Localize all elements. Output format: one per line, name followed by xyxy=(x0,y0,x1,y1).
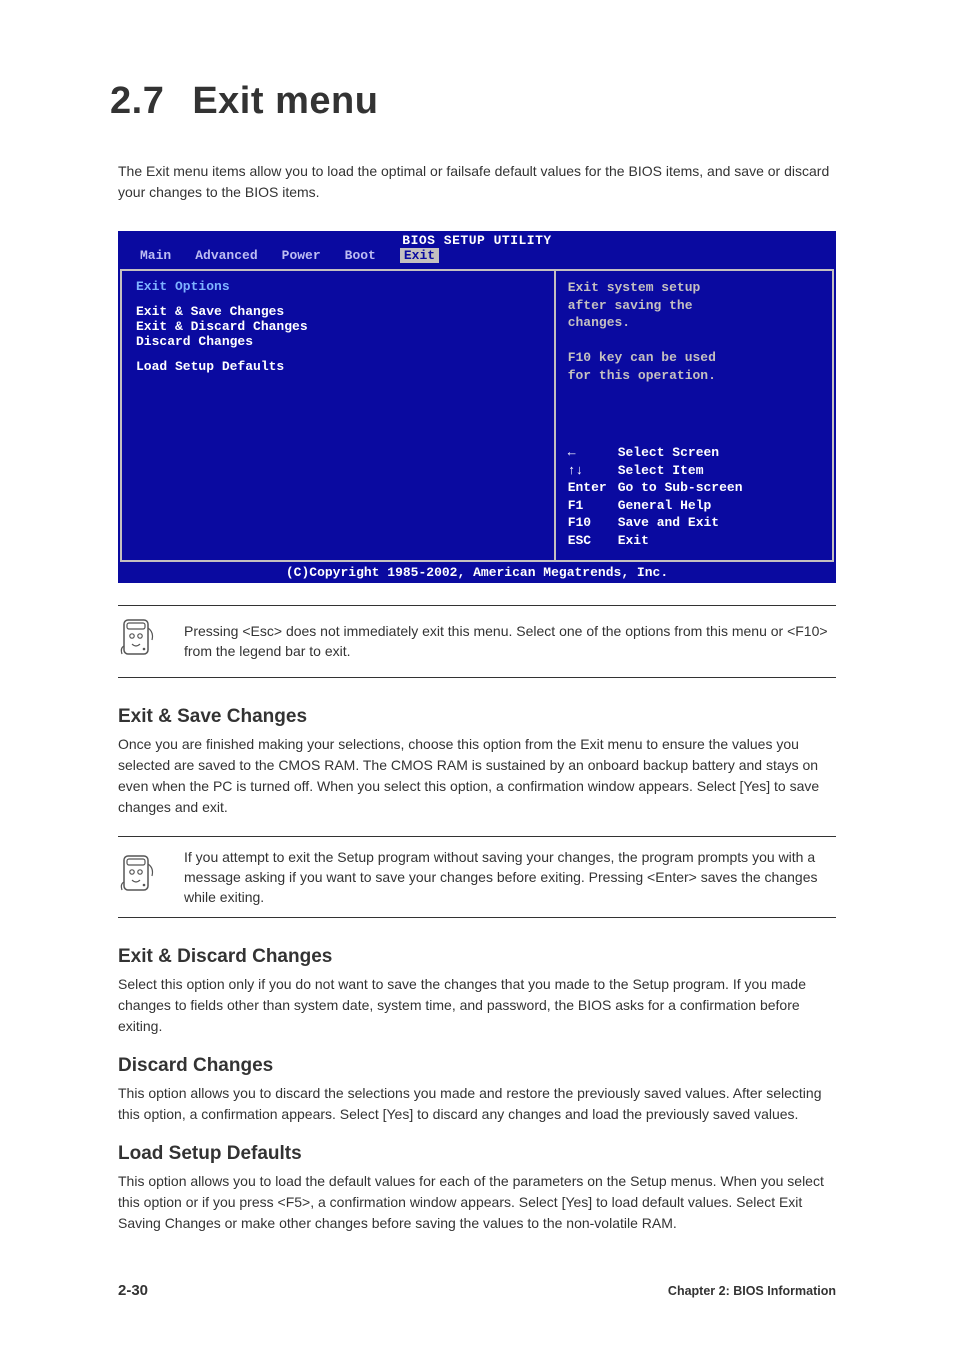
divider xyxy=(118,677,836,678)
nav-legend: ←Select Screen ↑↓Select Item EnterGo to … xyxy=(568,444,820,549)
bios-screenshot: BIOS SETUP UTILITY Main Advanced Power B… xyxy=(118,231,836,583)
section-title: Exit & Discard Changes xyxy=(118,946,836,968)
nav-label: Exit xyxy=(618,532,649,550)
section-body: Once you are finished making your select… xyxy=(118,734,836,818)
section-body: This option allows you to discard the se… xyxy=(118,1083,836,1125)
section-title: Exit & Save Changes xyxy=(118,706,836,728)
tab-boot[interactable]: Boot xyxy=(345,248,376,263)
opt-exit-save[interactable]: Exit & Save Changes xyxy=(136,304,540,319)
nav-key: F1 xyxy=(568,497,618,515)
tab-power[interactable]: Power xyxy=(282,248,321,263)
page-number: 2-30 xyxy=(118,1282,148,1299)
bios-copyright: (C)Copyright 1985-2002, American Megatre… xyxy=(118,564,836,583)
bios-left-panel: Exit Options Exit & Save Changes Exit & … xyxy=(120,269,554,562)
section-body: Select this option only if you do not wa… xyxy=(118,974,836,1037)
heading-title: Exit menu xyxy=(192,80,378,122)
bios-tabs: Main Advanced Power Boot Exit xyxy=(126,248,828,263)
nav-label: Save and Exit xyxy=(618,514,719,532)
page-heading: 2.7 Exit menu xyxy=(110,80,954,123)
nav-key: ← xyxy=(568,444,618,462)
chapter-label: Chapter 2: BIOS Information xyxy=(668,1284,836,1298)
help-line xyxy=(568,332,820,350)
bios-title: BIOS SETUP UTILITY xyxy=(126,233,828,248)
note-block-2: If you attempt to exit the Setup program… xyxy=(118,836,836,919)
section-title: Load Setup Defaults xyxy=(118,1143,836,1165)
spacer xyxy=(136,349,540,359)
help-line: Exit system setup xyxy=(568,279,820,297)
bios-header: BIOS SETUP UTILITY Main Advanced Power B… xyxy=(118,231,836,267)
help-line: for this operation. xyxy=(568,367,820,385)
note-icon xyxy=(118,852,160,903)
bios-right-panel: Exit system setup after saving the chang… xyxy=(554,269,834,562)
note-text-1: Pressing <Esc> does not immediately exit… xyxy=(184,621,836,662)
section-exit-discard: Exit & Discard Changes Select this optio… xyxy=(118,946,836,1037)
help-line: changes. xyxy=(568,314,820,332)
divider xyxy=(118,605,836,606)
heading-number: 2.7 xyxy=(110,80,164,122)
opt-discard[interactable]: Discard Changes xyxy=(136,334,540,349)
nav-key: F10 xyxy=(568,514,618,532)
page-footer: 2-30 Chapter 2: BIOS Information xyxy=(118,1282,836,1299)
tab-main[interactable]: Main xyxy=(140,248,171,263)
nav-label: Select Screen xyxy=(618,444,719,462)
tab-exit[interactable]: Exit xyxy=(400,248,439,263)
opt-load-defaults[interactable]: Load Setup Defaults xyxy=(136,359,540,374)
nav-label: General Help xyxy=(618,497,712,515)
section-discard-changes: Discard Changes This option allows you t… xyxy=(118,1055,836,1125)
nav-key: ESC xyxy=(568,532,618,550)
note-icon xyxy=(118,616,160,667)
nav-label: Select Item xyxy=(618,462,704,480)
intro-paragraph: The Exit menu items allow you to load th… xyxy=(118,161,836,203)
divider xyxy=(118,836,836,837)
help-line: F10 key can be used xyxy=(568,349,820,367)
help-text: Exit system setup after saving the chang… xyxy=(568,279,820,384)
section-exit-save: Exit & Save Changes Once you are finishe… xyxy=(118,706,836,818)
section-title: Discard Changes xyxy=(118,1055,836,1077)
section-load-defaults: Load Setup Defaults This option allows y… xyxy=(118,1143,836,1234)
divider xyxy=(118,917,836,918)
opt-exit-discard[interactable]: Exit & Discard Changes xyxy=(136,319,540,334)
section-body: This option allows you to load the defau… xyxy=(118,1171,836,1234)
nav-key: ↑↓ xyxy=(568,462,618,480)
exit-options-title: Exit Options xyxy=(136,279,540,294)
note-block-1: Pressing <Esc> does not immediately exit… xyxy=(118,605,836,678)
nav-label: Go to Sub-screen xyxy=(618,479,743,497)
nav-key: Enter xyxy=(568,479,618,497)
bios-panels: Exit Options Exit & Save Changes Exit & … xyxy=(118,267,836,564)
note-text-2: If you attempt to exit the Setup program… xyxy=(184,847,836,908)
tab-advanced[interactable]: Advanced xyxy=(195,248,257,263)
help-line: after saving the xyxy=(568,297,820,315)
